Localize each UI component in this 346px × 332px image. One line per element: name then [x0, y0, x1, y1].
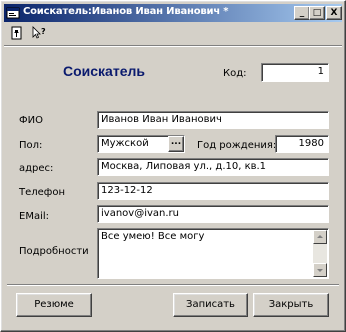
fio-label: ФИО: [19, 115, 43, 126]
details-label: Подробности: [19, 246, 89, 257]
code-field[interactable]: 1: [261, 63, 329, 82]
details-text: Все умею! Все могу: [101, 231, 205, 242]
fio-field[interactable]: Иванов Иван Иванович: [97, 111, 329, 129]
maximize-button[interactable]: □: [309, 6, 325, 20]
sex-select-button[interactable]: ...: [168, 136, 184, 152]
title-bar[interactable]: Соискатель:Иванов Иван Иванович * _ □ X: [4, 4, 342, 22]
sex-label: Пол:: [19, 140, 43, 151]
birth-year-label: Год рождения:: [197, 140, 277, 151]
help-pointer-icon[interactable]: ?: [31, 26, 47, 40]
close-button[interactable]: Закрыть: [253, 293, 329, 317]
form-heading: Соискатель: [63, 63, 145, 79]
document-pin-icon[interactable]: [9, 26, 25, 40]
arrow-down-icon: [317, 269, 323, 272]
save-button[interactable]: Записать: [173, 293, 248, 317]
close-window-button[interactable]: X: [326, 6, 342, 20]
code-label: Код:: [223, 68, 247, 79]
maximize-icon: □: [312, 8, 322, 18]
minimize-button[interactable]: _: [294, 6, 310, 20]
bottom-separator: [7, 284, 339, 286]
toolbar-separator: [4, 45, 342, 47]
email-label: EMail:: [19, 211, 49, 222]
scroll-down-button[interactable]: [313, 263, 327, 277]
phone-field[interactable]: 123-12-12: [97, 182, 329, 200]
scroll-up-button[interactable]: [313, 230, 327, 244]
email-field[interactable]: ivanov@ivan.ru: [97, 205, 329, 223]
window-title: Соискатель:Иванов Иван Иванович *: [23, 6, 229, 17]
birth-year-field[interactable]: 1980: [275, 135, 329, 153]
phone-label: Телефон: [19, 187, 66, 198]
resume-button[interactable]: Резюме: [16, 293, 92, 317]
applicant-window: Соискатель:Иванов Иван Иванович * _ □ X …: [0, 0, 346, 332]
arrow-up-icon: [317, 235, 323, 238]
details-scrollbar[interactable]: [313, 230, 327, 277]
app-icon: [6, 7, 20, 19]
details-memo[interactable]: Все умею! Все могу: [97, 228, 329, 279]
svg-text:?: ?: [41, 27, 46, 36]
address-label: адрес:: [19, 163, 54, 174]
close-icon: X: [330, 8, 338, 18]
minimize-icon: _: [299, 8, 305, 18]
address-field[interactable]: Москва, Липовая ул., д.10, кв.1: [97, 158, 329, 176]
